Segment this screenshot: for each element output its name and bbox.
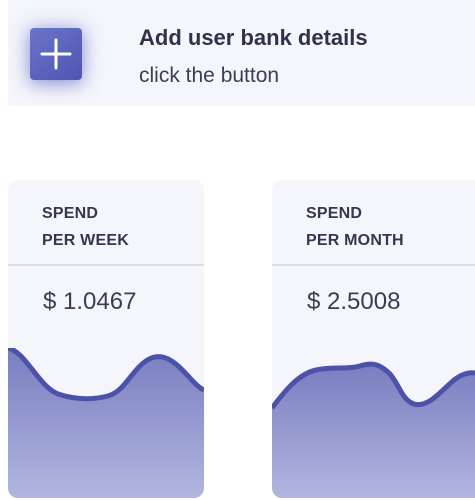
spend-amount: $ 2.5008: [307, 288, 401, 315]
card-label-line2: PER MONTH: [306, 232, 404, 249]
spend-per-month-card: SPEND PER MONTH $ 2.5008: [272, 180, 475, 498]
card-divider: [272, 264, 475, 266]
card-label-line2: PER WEEK: [42, 232, 129, 249]
plus-icon: [40, 38, 72, 70]
add-bank-details-button[interactable]: [30, 28, 82, 80]
spend-wave-chart: [272, 361, 475, 498]
wave-area: [8, 348, 204, 498]
card-label-line1: SPEND: [306, 205, 363, 222]
card-divider: [8, 264, 204, 266]
banner-title: Add user bank details: [139, 25, 368, 50]
spend-amount: $ 1.0467: [43, 288, 137, 315]
card-label-line1: SPEND: [42, 205, 99, 222]
spend-wave-chart: [8, 348, 204, 498]
add-bank-details-banner: Add user bank details click the button: [8, 0, 475, 106]
wave-area: [272, 364, 475, 498]
card-label: SPEND PER MONTH: [306, 200, 404, 254]
banner-subtitle: click the button: [139, 64, 280, 87]
spend-per-week-card: SPEND PER WEEK $ 1.0467: [8, 180, 204, 498]
card-label: SPEND PER WEEK: [42, 200, 129, 254]
